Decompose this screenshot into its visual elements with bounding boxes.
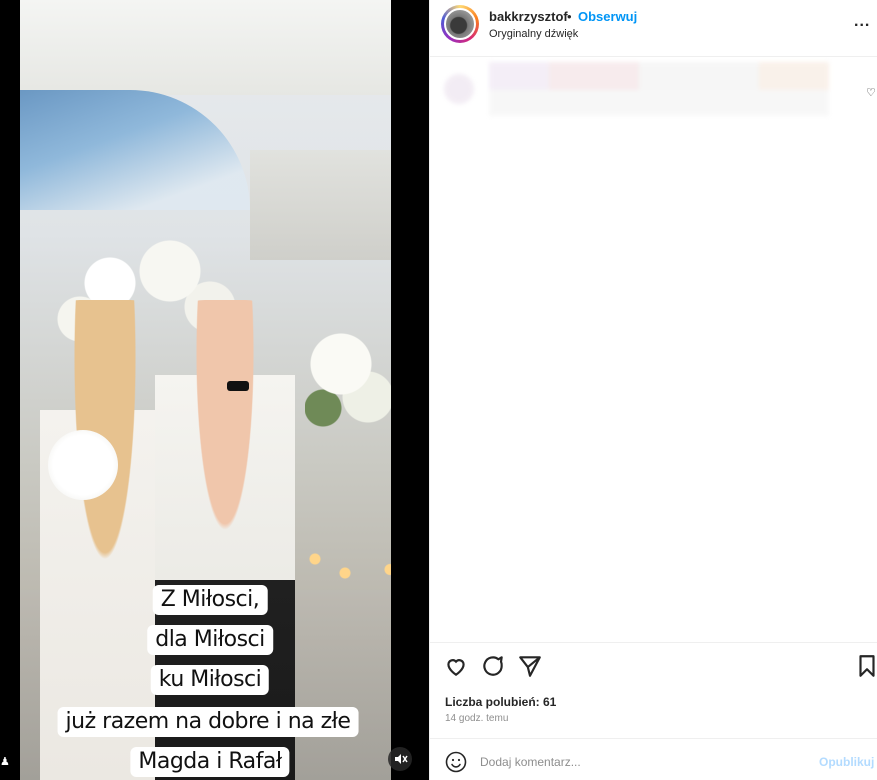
- publish-button[interactable]: Opublikuj: [819, 755, 874, 769]
- media-letterbox-right: [391, 0, 429, 780]
- video-caption-overlay: Z Miłosci, dla Miłosci ku Miłosci już ra…: [20, 580, 391, 780]
- separator-dot: •: [567, 9, 572, 24]
- caption-line: Z Miłosci,: [152, 585, 268, 615]
- media-letterbox-left: [0, 0, 20, 780]
- video-scene-bouquet: [48, 430, 118, 500]
- blurred-avatar: [444, 74, 474, 104]
- blur-block: [489, 90, 829, 116]
- blur-block: [639, 62, 759, 90]
- comment-bubble-icon[interactable]: [480, 653, 506, 679]
- smiley-icon[interactable]: [444, 750, 468, 774]
- post-actions-bar: [430, 642, 877, 690]
- caption-line: Magda i Rafał: [130, 747, 290, 777]
- speaker-muted-icon-svg: [395, 754, 408, 764]
- bookmark-icon[interactable]: [854, 653, 877, 679]
- audio-link[interactable]: Oryginalny dźwięk: [489, 28, 578, 40]
- post-timestamp[interactable]: 14 godz. temu: [445, 713, 508, 724]
- post-header: bakkrzysztof • Obserwuj Oryginalny dźwię…: [430, 0, 877, 57]
- video-scene-balcony: [250, 150, 391, 260]
- add-comment-bar: Opublikuj: [430, 738, 877, 780]
- follow-button[interactable]: Obserwuj: [578, 9, 637, 24]
- likes-count[interactable]: Liczba polubień: 61: [445, 695, 556, 709]
- username-link[interactable]: bakkrzysztof: [489, 9, 568, 24]
- video-scene-ceiling: [20, 0, 391, 95]
- blur-block: [489, 62, 549, 90]
- comment-like-icon[interactable]: ♡: [866, 86, 876, 99]
- video-scene-skylight: [20, 90, 250, 210]
- video-scene-candles: [305, 510, 391, 580]
- avatar-story-ring[interactable]: [441, 5, 479, 43]
- speaker-muted-icon[interactable]: [388, 747, 412, 771]
- caption-line: ku Miłosci: [150, 665, 270, 695]
- caption-line: dla Miłosci: [147, 625, 273, 655]
- post-sidebar: bakkrzysztof • Obserwuj Oryginalny dźwię…: [429, 0, 877, 780]
- tagged-user-icon[interactable]: ♟: [0, 755, 10, 769]
- post-view: Z Miłosci, dla Miłosci ku Miłosci już ra…: [0, 0, 877, 780]
- send-icon[interactable]: [517, 653, 543, 679]
- heart-icon[interactable]: [443, 653, 469, 679]
- blur-block: [549, 62, 639, 90]
- video-scene-bowtie: [227, 381, 249, 391]
- blur-block: [759, 62, 829, 90]
- blurred-comment: [444, 62, 829, 120]
- caption-line: już razem na dobre i na złe: [57, 707, 359, 737]
- comment-input[interactable]: [480, 751, 800, 773]
- avatar[interactable]: [444, 8, 476, 40]
- video-scene-flowers: [305, 320, 391, 430]
- more-options-icon[interactable]: ...: [854, 13, 870, 31]
